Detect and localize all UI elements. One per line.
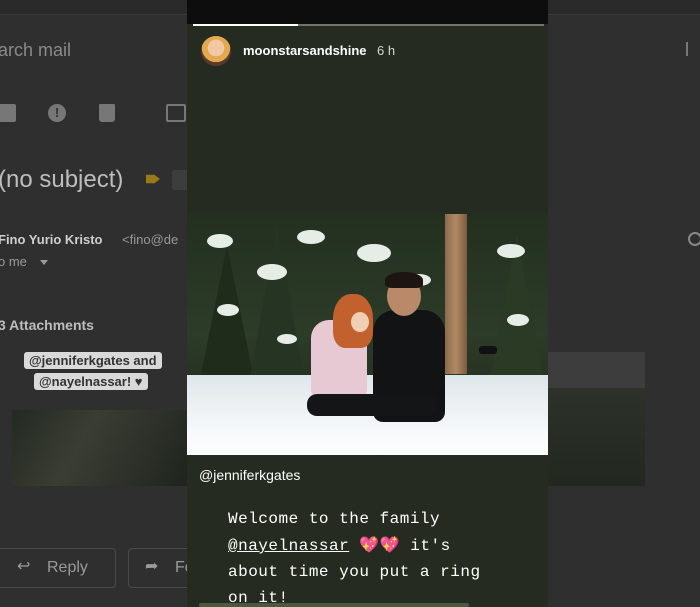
attachment-thumbnail[interactable] xyxy=(547,352,645,486)
caption-handle[interactable]: @nayelnassar xyxy=(228,537,349,555)
forward-icon: ➦ xyxy=(145,558,159,575)
search-input[interactable]: arch mail xyxy=(0,40,71,61)
story-progress-fill xyxy=(193,24,299,26)
caption-text: it's xyxy=(400,537,451,555)
report-spam-icon[interactable]: ! xyxy=(48,104,66,122)
story-mention[interactable]: @jenniferkgates xyxy=(199,467,300,483)
delete-icon[interactable] xyxy=(99,104,115,122)
recipient-details-icon[interactable] xyxy=(40,260,48,265)
sparkling-heart-icon: 💖💖 xyxy=(359,535,401,554)
story-photo xyxy=(187,214,548,455)
attachment-thumbnail[interactable] xyxy=(12,410,188,486)
more-icon[interactable] xyxy=(686,42,696,56)
story-caption: Welcome to the family @nayelnassar 💖💖 it… xyxy=(228,506,528,607)
story-viewer[interactable]: moonstarsandshine 6 h @jenniferkgates We… xyxy=(187,0,548,607)
recipient-label: o me xyxy=(0,254,27,269)
attachment-caption: @jenniferkgates and @nayelnassar! ♥ xyxy=(24,350,184,410)
reply-input-edge[interactable] xyxy=(199,603,469,607)
caption-line: @nayelnassar 💖💖 it's xyxy=(228,532,528,559)
importance-marker-icon[interactable] xyxy=(146,174,160,184)
reply-icon: ↩ xyxy=(17,558,31,575)
story-progress-bar xyxy=(193,24,544,26)
caption-line: Welcome to the family xyxy=(228,510,441,528)
sender-email: <fino@de xyxy=(122,232,179,247)
sender-name: Fino Yurio Kristo xyxy=(0,232,103,247)
story-username[interactable]: moonstarsandshine xyxy=(243,43,367,58)
caption-line: about time you put a ring xyxy=(228,563,481,581)
at-icon[interactable] xyxy=(688,232,700,246)
attachment-tag: @jenniferkgates and xyxy=(24,352,162,369)
email-subject: (no subject) xyxy=(0,166,124,193)
reply-label: Reply xyxy=(47,559,88,576)
attachment-tag: @nayelnassar! ♥ xyxy=(34,373,148,390)
story-top-band xyxy=(187,0,548,24)
reply-button[interactable]: ↩ Reply xyxy=(0,548,116,588)
story-timestamp: 6 h xyxy=(377,43,396,58)
archive-icon[interactable] xyxy=(0,104,16,122)
avatar[interactable] xyxy=(201,36,231,66)
attachments-heading: 3 Attachments xyxy=(0,317,94,333)
mark-unread-icon[interactable] xyxy=(166,104,186,122)
